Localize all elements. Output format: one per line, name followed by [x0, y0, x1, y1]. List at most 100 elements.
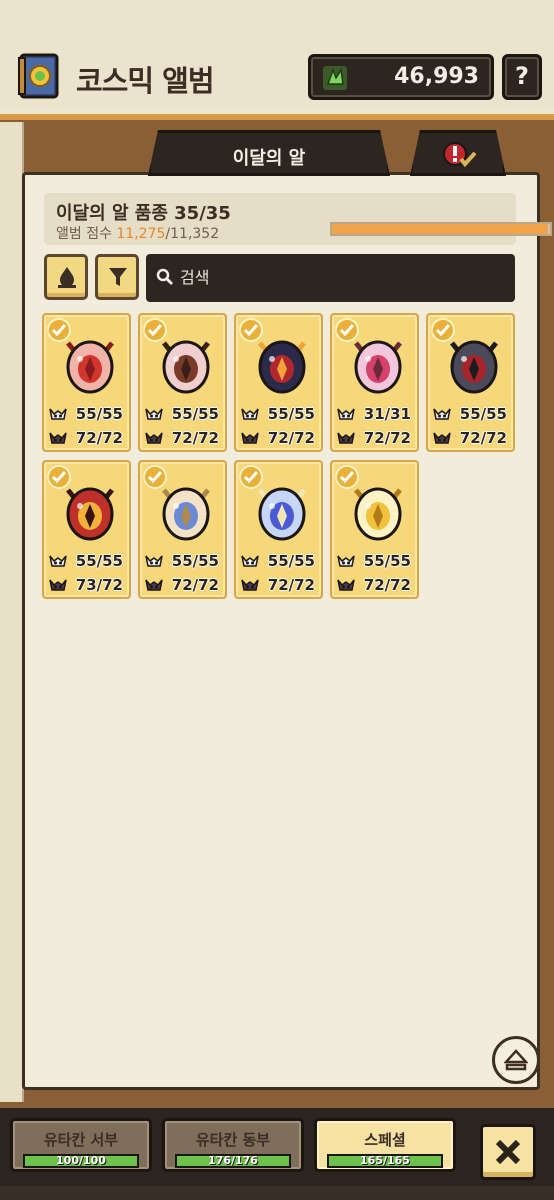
region-progress-bar: 176/176 — [175, 1154, 291, 1168]
region-tab[interactable]: 유타칸 서부 100/100 — [10, 1118, 152, 1172]
scroll-top-button[interactable] — [492, 1036, 540, 1084]
tab-monthly-egg[interactable]: 이달의 알 — [148, 130, 390, 176]
blue-crystal-egg-icon — [258, 487, 306, 541]
score-current: 11,275 — [116, 226, 166, 242]
eject-icon — [504, 1049, 528, 1071]
sort-button[interactable] — [44, 254, 88, 300]
egg-card[interactable]: 55/55 73/72 — [42, 460, 131, 599]
card-stat-row: 55/55 — [144, 550, 219, 572]
tab-monthly-egg-label: 이달의 알 — [232, 148, 306, 169]
egg-card[interactable]: 55/55 72/72 — [138, 460, 227, 599]
region-progress-bar: 100/100 — [23, 1154, 139, 1168]
egg-card[interactable]: 55/55 72/72 — [426, 313, 515, 452]
dark-horn-icon — [337, 579, 355, 591]
white-horn-icon — [145, 555, 163, 567]
egg-card[interactable]: 55/55 72/72 — [234, 313, 323, 452]
card-stat-row: 72/72 — [432, 427, 507, 449]
card-stat-row: 55/55 — [432, 403, 507, 425]
region-progress-text: 165/165 — [360, 1154, 410, 1167]
search-bar[interactable] — [146, 254, 515, 302]
help-button[interactable]: ? — [502, 54, 542, 100]
egg-card-grid: 55/55 72/72 55/55 72/72 55/55 72/72 31/3… — [42, 313, 518, 599]
tab-achievements[interactable] — [410, 130, 506, 176]
score-progress-fill — [332, 224, 549, 234]
pink-rose-egg-icon — [354, 340, 402, 394]
card-stat-primary: 55/55 — [171, 552, 219, 570]
white-horn-icon — [241, 555, 259, 567]
header-bar: 코스믹 앨범 46,993 ? — [0, 0, 554, 108]
album-book-icon[interactable] — [15, 52, 63, 100]
left-page-edge — [0, 122, 24, 1102]
score-prefix: 앨범 점수 — [56, 226, 117, 242]
score-progress-bar — [330, 222, 552, 236]
currency-amount: 46,993 — [394, 64, 479, 89]
album-score: 앨범 점수 11,275/11,352 — [56, 223, 219, 243]
card-stat-secondary: 72/72 — [267, 576, 315, 594]
card-stat-primary: 31/31 — [363, 405, 411, 423]
breed-count: 이달의 알 품종 35/35 — [56, 203, 231, 224]
pink-brown-egg-icon — [162, 340, 210, 394]
dark-horn-icon — [49, 432, 67, 444]
card-stat-row: 55/55 — [336, 550, 411, 572]
card-stat-row: 31/31 — [336, 403, 411, 425]
card-stat-primary: 55/55 — [267, 552, 315, 570]
card-stat-primary: 55/55 — [459, 405, 507, 423]
bottom-strip — [0, 1186, 554, 1200]
card-stat-primary: 55/55 — [171, 405, 219, 423]
card-stat-secondary: 72/72 — [75, 429, 123, 447]
white-horn-icon — [241, 408, 259, 420]
card-stat-secondary: 72/72 — [171, 576, 219, 594]
filter-icon — [109, 268, 127, 286]
dark-horn-icon — [49, 579, 67, 591]
search-icon — [156, 268, 174, 286]
dark-horn-icon — [145, 432, 163, 444]
card-stat-row: 72/72 — [336, 427, 411, 449]
region-tab[interactable]: 스페셜 165/165 — [314, 1118, 456, 1172]
dark-demon-egg-icon — [450, 340, 498, 394]
card-stat-primary: 55/55 — [363, 552, 411, 570]
egg-card[interactable]: 55/55 72/72 — [234, 460, 323, 599]
egg-card[interactable]: 55/55 72/72 — [42, 313, 131, 452]
green-gem-icon — [323, 66, 347, 90]
region-tab-label: 유타칸 서부 — [43, 1131, 119, 1149]
album-page — [22, 172, 540, 1090]
egg-card[interactable]: 55/55 72/72 — [138, 313, 227, 452]
dark-horn-icon — [433, 432, 451, 444]
card-stat-row: 72/72 — [144, 427, 219, 449]
white-horn-icon — [337, 408, 355, 420]
region-progress-bar: 165/165 — [327, 1154, 443, 1168]
filter-button[interactable] — [95, 254, 139, 300]
page-title: 코스믹 앨범 — [76, 64, 214, 98]
region-tab-label: 스페셜 — [364, 1131, 406, 1149]
search-input[interactable] — [180, 262, 500, 292]
card-stat-secondary: 72/72 — [363, 576, 411, 594]
card-stat-primary: 55/55 — [267, 405, 315, 423]
card-stat-row: 72/72 — [144, 574, 219, 596]
egg-card[interactable]: 31/31 72/72 — [330, 313, 419, 452]
cream-crystal-egg-icon — [162, 487, 210, 541]
golden-egg-icon — [354, 487, 402, 541]
card-stat-row: 55/55 — [48, 550, 123, 572]
pink-red-egg-icon — [66, 340, 114, 394]
dark-flame-egg-icon — [258, 340, 306, 394]
card-stat-secondary: 72/72 — [459, 429, 507, 447]
card-stat-row: 72/72 — [240, 574, 315, 596]
region-progress-text: 176/176 — [208, 1154, 258, 1167]
score-total: /11,352 — [165, 226, 220, 242]
region-tab-label: 유타칸 동부 — [195, 1131, 271, 1149]
card-stat-row: 55/55 — [240, 403, 315, 425]
region-progress-text: 100/100 — [56, 1154, 106, 1167]
card-stat-row: 72/72 — [336, 574, 411, 596]
red-gold-egg-icon — [66, 487, 114, 541]
card-stat-secondary: 72/72 — [363, 429, 411, 447]
card-stat-row: 73/72 — [48, 574, 123, 596]
close-button[interactable] — [480, 1124, 536, 1180]
region-tab[interactable]: 유타칸 동부 176/176 — [162, 1118, 304, 1172]
egg-card[interactable]: 55/55 72/72 — [330, 460, 419, 599]
card-stat-secondary: 72/72 — [171, 429, 219, 447]
card-stat-row: 55/55 — [144, 403, 219, 425]
white-horn-icon — [145, 408, 163, 420]
dark-horn-icon — [241, 432, 259, 444]
currency-display: 46,993 — [308, 54, 494, 100]
close-x-icon — [495, 1139, 521, 1165]
